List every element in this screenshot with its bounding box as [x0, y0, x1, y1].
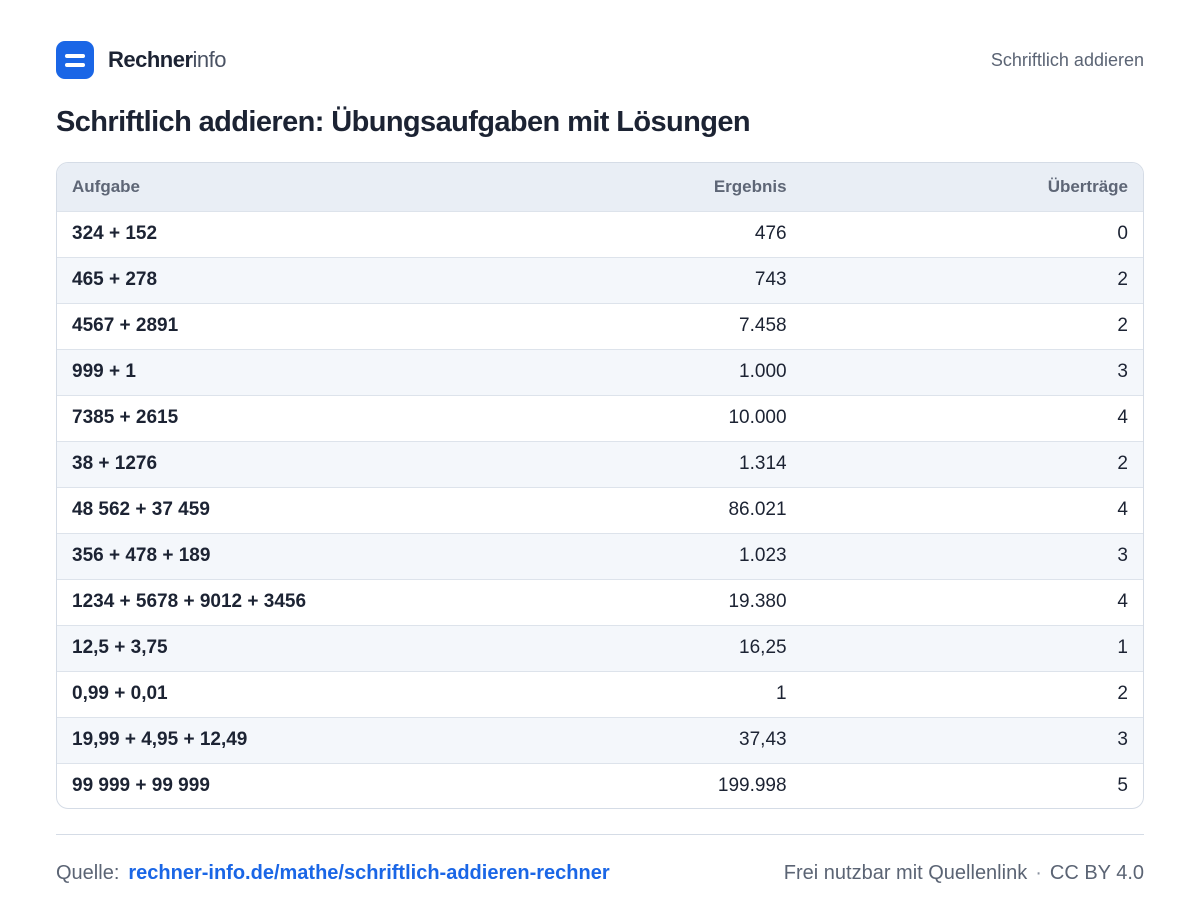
table-row: 12,5 + 3,75 16,25 1 [57, 625, 1143, 671]
table-row: 324 + 152 476 0 [57, 211, 1143, 257]
cell-ergebnis: 1.314 [739, 453, 787, 474]
table-row: 99 999 + 99 999 199.998 5 [57, 763, 1143, 808]
cell-uebertraege: 2 [1117, 683, 1128, 704]
cell-uebertraege: 2 [1117, 269, 1128, 290]
exercise-table: Aufgabe Ergebnis Überträge 324 + 152 476 0… [56, 162, 1144, 809]
table-row: 1234 + 5678 + 9012 + 3456 19.380 4 [57, 579, 1143, 625]
table-row: 465 + 278 743 2 [57, 257, 1143, 303]
cell-ergebnis: 743 [754, 269, 787, 290]
cell-uebertraege: 4 [1117, 591, 1128, 612]
logo-icon [56, 41, 94, 79]
cell-ergebnis: 86.021 [728, 499, 787, 520]
table-row: 356 + 478 + 189 1.023 3 [57, 533, 1143, 579]
source-link[interactable]: rechner-info.de/mathe/schriftlich-addier… [128, 862, 609, 885]
license-name: CC BY 4.0 [1049, 861, 1144, 884]
cell-aufgabe: 19,99 + 4,95 + 12,49 [72, 729, 248, 750]
cell-aufgabe: 38 + 1276 [72, 453, 158, 474]
cell-ergebnis: 476 [754, 223, 787, 244]
column-header-aufgabe: Aufgabe [72, 176, 140, 196]
site-header: Rechnerinfo Schriftlich addieren [56, 40, 1144, 80]
table-body: 324 + 152 476 0 465 + 278 743 2 4567 + 2891 7.4… [57, 211, 1143, 808]
column-header-uebertraege: Überträge [1047, 176, 1128, 196]
cell-ergebnis: 37,43 [739, 729, 787, 750]
source-label: Quelle: [56, 861, 120, 884]
page-title: Schriftlich addieren: Übungsaufgaben mit… [56, 106, 751, 138]
table-header-row: Aufgabe Ergebnis Überträge [57, 163, 1143, 211]
cell-uebertraege: 3 [1117, 729, 1128, 750]
cell-aufgabe: 99 999 + 99 999 [72, 775, 210, 797]
cell-ergebnis: 1 [776, 683, 787, 704]
brand-name-strong: Rechner [108, 47, 193, 72]
cell-aufgabe: 48 562 + 37 459 [72, 499, 210, 520]
source-info: Quelle: rechner-info.de/mathe/schriftlic… [56, 862, 610, 885]
table-row: 48 562 + 37 459 86.021 4 [57, 487, 1143, 533]
table-row: 7385 + 2615 10.000 4 [57, 395, 1143, 441]
cell-ergebnis: 19.380 [728, 591, 787, 612]
brand-name-light: info [192, 47, 227, 72]
cell-aufgabe: 1234 + 5678 + 9012 + 3456 [72, 591, 307, 612]
cell-ergebnis: 10.000 [728, 407, 787, 428]
footer-divider [56, 834, 1144, 835]
cell-uebertraege: 5 [1117, 775, 1128, 797]
license-text: Frei nutzbar mit Quellenlink [783, 861, 1028, 884]
cell-uebertraege: 1 [1117, 637, 1128, 658]
cell-uebertraege: 3 [1117, 361, 1128, 382]
cell-aufgabe: 324 + 152 [72, 223, 158, 244]
license-info: Frei nutzbar mit Quellenlink · CC BY 4.0 [784, 862, 1144, 885]
cell-aufgabe: 0,99 + 0,01 [72, 683, 168, 704]
cell-uebertraege: 4 [1117, 499, 1128, 520]
table-row: 4567 + 2891 7.458 2 [57, 303, 1143, 349]
footer: Quelle: rechner-info.de/mathe/schriftlic… [56, 858, 1144, 888]
cell-ergebnis: 1.023 [739, 545, 787, 566]
cell-ergebnis: 7.458 [739, 315, 787, 336]
cell-ergebnis: 1.000 [739, 361, 787, 382]
cell-aufgabe: 7385 + 2615 [72, 407, 179, 428]
cell-aufgabe: 356 + 478 + 189 [72, 545, 211, 566]
cell-aufgabe: 465 + 278 [72, 269, 158, 290]
cell-uebertraege: 4 [1117, 407, 1128, 428]
cell-aufgabe: 4567 + 2891 [72, 315, 179, 336]
brand-logo[interactable]: Rechnerinfo [56, 41, 227, 79]
cell-uebertraege: 2 [1117, 453, 1128, 474]
cell-uebertraege: 3 [1117, 545, 1128, 566]
brand-name: Rechnerinfo [108, 47, 227, 73]
column-header-ergebnis: Ergebnis [713, 176, 787, 196]
table-row: 999 + 1 1.000 3 [57, 349, 1143, 395]
cell-aufgabe: 999 + 1 [72, 361, 136, 382]
cell-uebertraege: 2 [1117, 315, 1128, 336]
cell-ergebnis: 16,25 [739, 637, 787, 658]
cell-aufgabe: 12,5 + 3,75 [72, 637, 168, 658]
table-row: 38 + 1276 1.314 2 [57, 441, 1143, 487]
table-row: 0,99 + 0,01 1 2 [57, 671, 1143, 717]
cell-uebertraege: 0 [1117, 223, 1128, 244]
table-row: 19,99 + 4,95 + 12,49 37,43 3 [57, 717, 1143, 763]
cell-ergebnis: 199.998 [717, 775, 787, 797]
license-separator: · [1035, 861, 1042, 884]
nav-link-schriftlich-addieren[interactable]: Schriftlich addieren [991, 50, 1144, 71]
